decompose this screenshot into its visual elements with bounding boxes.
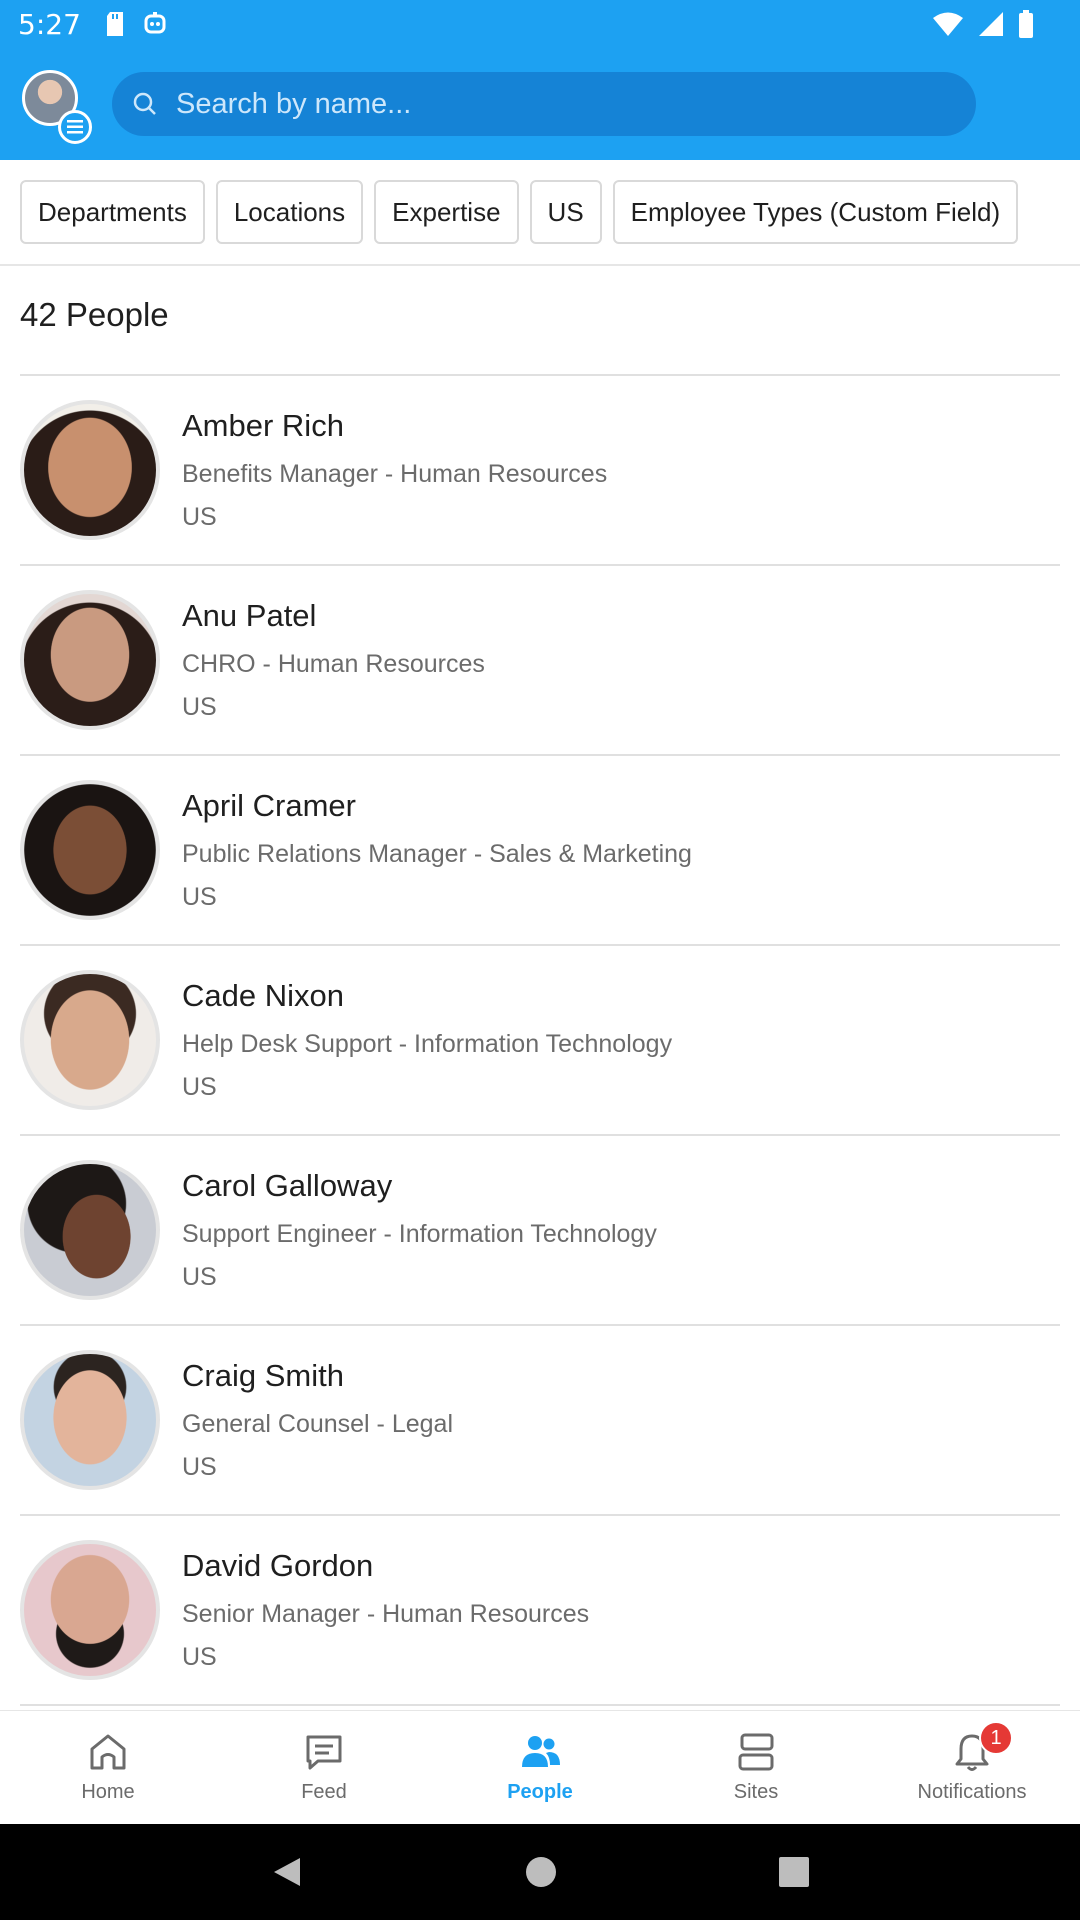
back-icon[interactable] bbox=[270, 1855, 304, 1889]
feed-icon bbox=[306, 1735, 342, 1770]
signal-icon bbox=[979, 12, 1003, 36]
person-title: Help Desk Support - Information Technolo… bbox=[182, 1030, 673, 1058]
avatar bbox=[20, 970, 160, 1110]
nav-home-label: Home bbox=[81, 1781, 135, 1803]
home-circle-icon[interactable] bbox=[524, 1855, 558, 1889]
person-title: Support Engineer - Information Technolog… bbox=[182, 1220, 657, 1248]
avatar bbox=[20, 1350, 160, 1490]
list-item[interactable]: Anu Patel CHRO - Human Resources US bbox=[20, 566, 1060, 756]
person-location: US bbox=[182, 1073, 217, 1101]
person-name: Craig Smith bbox=[182, 1358, 344, 1393]
list-item[interactable]: Carol Galloway Support Engineer - Inform… bbox=[20, 1136, 1060, 1326]
people-list: Amber Rich Benefits Manager - Human Reso… bbox=[20, 374, 1060, 1706]
profile-menu-button[interactable] bbox=[22, 70, 92, 144]
filter-departments[interactable]: Departments bbox=[20, 180, 205, 244]
avatar bbox=[20, 1540, 160, 1680]
status-bar: 5:27 bbox=[0, 0, 1080, 48]
app-header bbox=[0, 48, 1080, 160]
system-navigation-bar bbox=[0, 1824, 1080, 1920]
avatar bbox=[20, 1160, 160, 1300]
recents-icon[interactable] bbox=[778, 1856, 810, 1888]
person-title: Senior Manager - Human Resources bbox=[182, 1600, 590, 1628]
sd-card-icon bbox=[106, 12, 123, 36]
nav-notifications-label: Notifications bbox=[917, 1781, 1027, 1803]
list-item[interactable]: Amber Rich Benefits Manager - Human Reso… bbox=[20, 376, 1060, 566]
list-item[interactable]: April Cramer Public Relations Manager - … bbox=[20, 756, 1060, 946]
filter-locations[interactable]: Locations bbox=[215, 180, 364, 244]
wifi-icon bbox=[933, 12, 963, 36]
filter-expertise[interactable]: Expertise bbox=[374, 180, 519, 244]
person-title: CHRO - Human Resources bbox=[182, 650, 485, 678]
list-item[interactable]: Cade Nixon Help Desk Support - Informati… bbox=[20, 946, 1060, 1136]
search-input[interactable] bbox=[176, 87, 936, 121]
nav-sites[interactable]: Sites bbox=[648, 1711, 864, 1824]
bottom-navigation: Home Feed People Sites 1 Notifications bbox=[0, 1710, 1080, 1824]
filter-us[interactable]: US bbox=[529, 180, 602, 244]
person-title: General Counsel - Legal bbox=[182, 1410, 453, 1438]
search-icon bbox=[133, 92, 156, 115]
nav-people[interactable]: People bbox=[432, 1711, 648, 1824]
person-location: US bbox=[182, 1453, 217, 1481]
nav-sites-label: Sites bbox=[733, 1781, 779, 1803]
filter-employee-types[interactable]: Employee Types (Custom Field) bbox=[612, 180, 1019, 244]
filter-bar: Departments Locations Expertise US Emplo… bbox=[0, 160, 1080, 266]
notification-badge: 1 bbox=[979, 1721, 1013, 1755]
avatar bbox=[20, 590, 160, 730]
menu-icon bbox=[58, 110, 92, 144]
person-location: US bbox=[182, 693, 217, 721]
people-icon bbox=[522, 1736, 560, 1767]
assistant-icon bbox=[144, 12, 166, 34]
person-name: Carol Galloway bbox=[182, 1168, 393, 1203]
person-title: Benefits Manager - Human Resources bbox=[182, 460, 608, 488]
person-location: US bbox=[182, 503, 217, 531]
person-name: Cade Nixon bbox=[182, 978, 344, 1013]
list-item[interactable]: David Gordon Senior Manager - Human Reso… bbox=[20, 1516, 1060, 1706]
nav-home[interactable]: Home bbox=[0, 1711, 216, 1824]
person-location: US bbox=[182, 1263, 217, 1291]
list-item[interactable]: Craig Smith General Counsel - Legal US bbox=[20, 1326, 1060, 1516]
status-time: 5:27 bbox=[18, 7, 81, 41]
people-count: 42 People bbox=[20, 296, 169, 333]
battery-icon bbox=[1019, 10, 1033, 38]
person-title: Public Relations Manager - Sales & Marke… bbox=[182, 840, 692, 868]
avatar bbox=[20, 400, 160, 540]
person-name: April Cramer bbox=[182, 788, 356, 823]
sites-icon bbox=[738, 1733, 774, 1771]
search-bar[interactable] bbox=[112, 72, 976, 136]
person-location: US bbox=[182, 883, 217, 911]
home-icon bbox=[90, 1734, 126, 1770]
person-name: Amber Rich bbox=[182, 408, 344, 443]
nav-feed[interactable]: Feed bbox=[216, 1711, 432, 1824]
person-location: US bbox=[182, 1643, 217, 1671]
person-name: Anu Patel bbox=[182, 598, 317, 633]
nav-notifications[interactable]: 1 Notifications bbox=[864, 1711, 1080, 1824]
nav-feed-label: Feed bbox=[301, 1781, 347, 1803]
person-name: David Gordon bbox=[182, 1548, 374, 1583]
avatar bbox=[20, 780, 160, 920]
nav-people-label: People bbox=[507, 1781, 573, 1803]
